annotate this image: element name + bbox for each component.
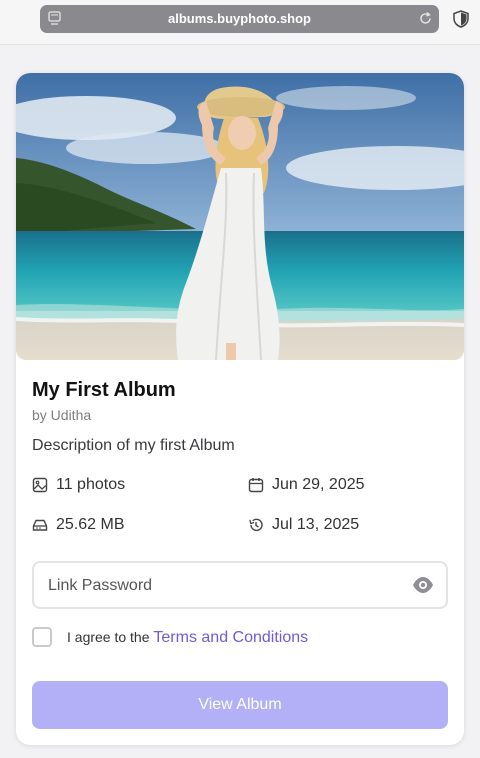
album-author: by Uditha — [32, 407, 92, 423]
terms-checkbox[interactable] — [32, 627, 52, 647]
eye-icon[interactable] — [412, 575, 434, 595]
updated-date-text: Jul 13, 2025 — [272, 516, 360, 533]
shield-icon[interactable] — [453, 10, 469, 28]
agree-text: I agree to the — [67, 629, 154, 645]
album-cover-image — [16, 73, 464, 360]
album-title: My First Album — [32, 379, 176, 401]
reload-icon[interactable] — [418, 11, 433, 26]
created-date-text: Jun 29, 2025 — [272, 476, 365, 493]
album-description: Description of my first Album — [32, 437, 235, 454]
album-size: 25.62 MB — [32, 516, 124, 534]
password-input[interactable] — [46, 563, 410, 609]
updated-date: Jul 13, 2025 — [248, 516, 359, 534]
password-field[interactable] — [32, 561, 448, 609]
address-bar[interactable]: albums.buyphoto.shop — [40, 5, 439, 33]
calendar-icon — [248, 478, 264, 493]
photo-count: 11 photos — [32, 476, 125, 494]
browser-toolbar: albums.buyphoto.shop — [0, 0, 480, 45]
terms-agreement: I agree to the Terms and Conditions — [67, 629, 308, 647]
album-card: My First Album by Uditha Description of … — [16, 73, 464, 745]
url-text[interactable]: albums.buyphoto.shop — [40, 11, 439, 26]
history-icon — [249, 518, 263, 532]
view-album-button[interactable]: View Album — [32, 681, 448, 729]
terms-link[interactable]: Terms and Conditions — [153, 629, 308, 646]
photo-count-text: 11 photos — [56, 476, 126, 493]
image-icon — [32, 477, 48, 493]
created-date: Jun 29, 2025 — [248, 476, 365, 494]
hard-drive-icon — [32, 519, 48, 531]
album-size-text: 25.62 MB — [56, 516, 125, 533]
